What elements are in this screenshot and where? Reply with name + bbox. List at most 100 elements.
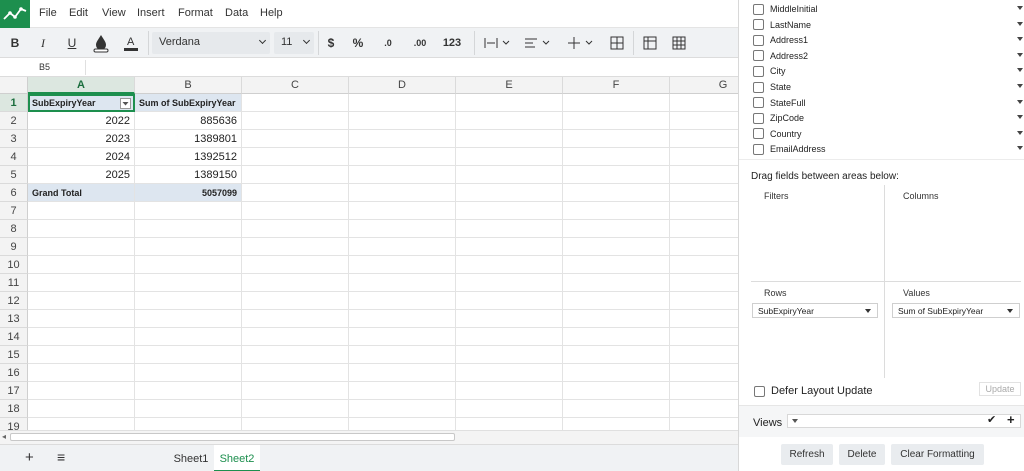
grid-cell[interactable] [563, 94, 670, 112]
add-view-icon[interactable]: + [1007, 412, 1015, 427]
grid-cell[interactable] [349, 292, 456, 310]
update-button[interactable]: Update [979, 382, 1021, 396]
grid-cell[interactable] [242, 202, 349, 220]
grid-cell[interactable] [670, 256, 738, 274]
grid-cell[interactable] [563, 202, 670, 220]
grid-cell[interactable] [349, 112, 456, 130]
grid-cell[interactable] [563, 382, 670, 400]
grid-cell[interactable] [242, 130, 349, 148]
row-header[interactable]: 3 [0, 130, 28, 148]
pivot-row-label[interactable]: 2023 [28, 130, 135, 148]
field-list-item[interactable]: EmailAddress [753, 142, 1023, 156]
grid-cell[interactable] [28, 220, 135, 238]
row-header[interactable]: 13 [0, 310, 28, 328]
chevron-down-icon[interactable] [1017, 21, 1023, 26]
values-area[interactable]: Values Sum of SubExpiryYear [886, 282, 1021, 378]
grid-cell[interactable] [456, 292, 563, 310]
defer-update-checkbox[interactable]: Defer Layout Update [754, 385, 873, 397]
grid-cell[interactable] [242, 328, 349, 346]
row-header[interactable]: 18 [0, 400, 28, 418]
grid-cell[interactable] [563, 364, 670, 382]
grid-cell[interactable] [563, 292, 670, 310]
menu-view[interactable]: View [102, 7, 126, 19]
grid-cell[interactable] [135, 256, 242, 274]
row-header[interactable]: 1 [0, 94, 28, 112]
add-sheet-icon[interactable]: + [25, 449, 34, 466]
formula-input[interactable] [90, 60, 734, 75]
column-header[interactable]: A [28, 77, 135, 94]
checkbox-icon[interactable] [753, 97, 764, 109]
pivot-row-label[interactable]: 2025 [28, 166, 135, 184]
grid-cell[interactable] [135, 220, 242, 238]
chevron-down-icon[interactable] [1017, 130, 1023, 135]
column-header[interactable]: D [349, 77, 456, 94]
grid-cell[interactable] [456, 148, 563, 166]
grid-cell[interactable] [242, 274, 349, 292]
chevron-down-icon[interactable] [1017, 146, 1023, 151]
values-field-pill[interactable]: Sum of SubExpiryYear [892, 303, 1020, 318]
row-header[interactable]: 17 [0, 382, 28, 400]
grid-cell[interactable] [349, 400, 456, 418]
grid-cell[interactable] [135, 364, 242, 382]
checkbox-icon[interactable] [753, 65, 764, 77]
grid-cell[interactable] [242, 220, 349, 238]
grid-cell[interactable] [456, 130, 563, 148]
grid-cell[interactable] [135, 346, 242, 364]
grid-cell[interactable] [563, 310, 670, 328]
grid-cell[interactable] [670, 238, 738, 256]
column-header[interactable]: E [456, 77, 563, 94]
text-align-icon[interactable] [522, 33, 554, 53]
grid-cell[interactable] [670, 418, 738, 430]
grid-cell[interactable] [242, 310, 349, 328]
refresh-button[interactable]: Refresh [781, 444, 833, 465]
grid-cell[interactable] [242, 292, 349, 310]
pivot-value-cell[interactable]: 1392512 [135, 148, 242, 166]
grid-cell[interactable] [670, 310, 738, 328]
delete-button[interactable]: Delete [839, 444, 885, 465]
row-header[interactable]: 19 [0, 418, 28, 430]
grid-cell[interactable] [456, 94, 563, 112]
chevron-down-icon[interactable] [1017, 52, 1023, 57]
clear-formatting-button[interactable]: Clear Formatting [891, 444, 984, 465]
grid-cell[interactable] [349, 418, 456, 430]
underline-button[interactable]: U [63, 33, 81, 53]
grid-cell[interactable] [349, 364, 456, 382]
grid-cell[interactable] [670, 382, 738, 400]
grid-cell[interactable] [670, 184, 738, 202]
fill-color-icon[interactable] [91, 33, 111, 53]
pivot-row-label[interactable]: 2024 [28, 148, 135, 166]
grid-cell[interactable] [349, 148, 456, 166]
grid-cell[interactable] [28, 256, 135, 274]
pivot-value-cell[interactable]: 1389801 [135, 130, 242, 148]
grid-cell[interactable] [349, 256, 456, 274]
pivot-header-row-labels[interactable]: SubExpiryYear [28, 94, 135, 112]
menu-edit[interactable]: Edit [69, 7, 88, 19]
grid-cell[interactable] [456, 184, 563, 202]
field-list-item[interactable]: Address1 [753, 33, 1023, 47]
bold-button[interactable]: B [6, 33, 24, 53]
row-header[interactable]: 5 [0, 166, 28, 184]
grid-cell[interactable] [456, 400, 563, 418]
grid-cell[interactable] [670, 130, 738, 148]
grid-cell[interactable] [456, 382, 563, 400]
pivot-value-cell[interactable]: 1389150 [135, 166, 242, 184]
grid-cell[interactable] [242, 256, 349, 274]
columns-area[interactable]: Columns [886, 185, 1021, 281]
grand-total-label[interactable]: Grand Total [28, 184, 135, 202]
grid-cell[interactable] [563, 130, 670, 148]
grid-cell[interactable] [456, 256, 563, 274]
chevron-down-icon[interactable] [1017, 84, 1023, 88]
scrollbar-thumb[interactable] [10, 433, 455, 441]
chevron-down-icon[interactable] [1017, 68, 1023, 73]
pivot-header-values[interactable]: Sum of SubExpiryYear [135, 94, 242, 112]
grid-cell[interactable] [28, 346, 135, 364]
currency-button[interactable]: $ [322, 33, 340, 53]
field-list-item[interactable]: City [753, 64, 1023, 78]
grid-cell[interactable] [456, 346, 563, 364]
grid-cell[interactable] [349, 328, 456, 346]
menu-file[interactable]: File [39, 7, 57, 19]
row-header[interactable]: 8 [0, 220, 28, 238]
horizontal-align-icon[interactable] [482, 33, 514, 53]
row-header[interactable]: 16 [0, 364, 28, 382]
grid-cell[interactable] [456, 238, 563, 256]
